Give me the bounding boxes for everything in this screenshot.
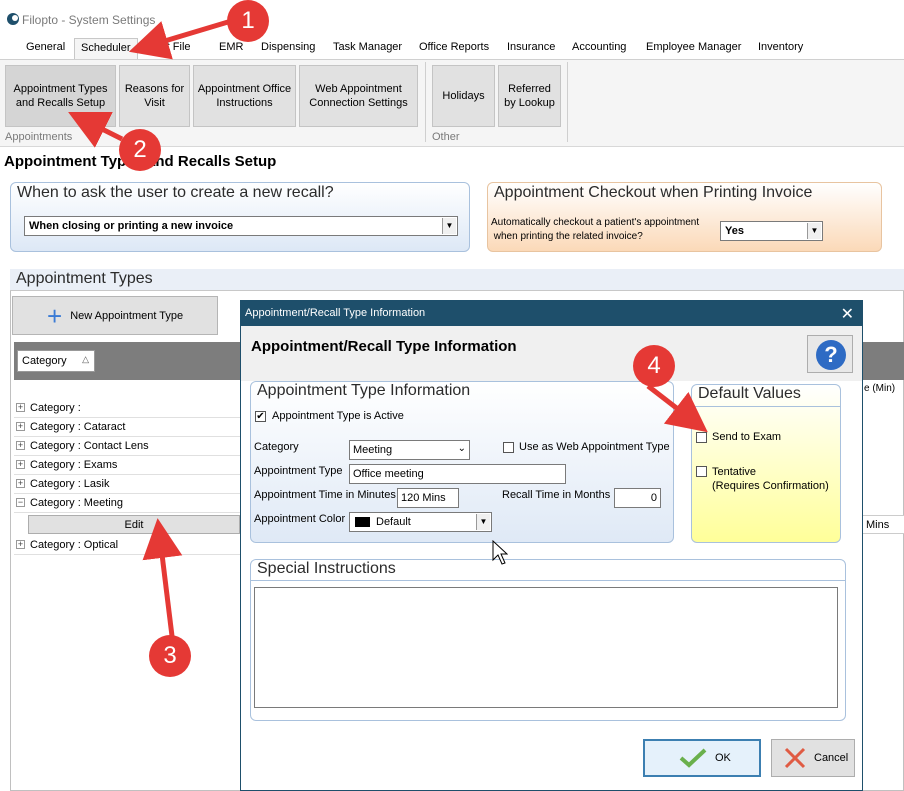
arrow-3 xyxy=(142,518,183,637)
step-badge-4: 4 xyxy=(633,345,675,387)
annotation-arrows xyxy=(68,19,708,637)
step-badge-1: 1 xyxy=(227,0,269,42)
arrow-2 xyxy=(68,112,124,148)
step-badge-2: 2 xyxy=(119,129,161,171)
step-badge-3: 3 xyxy=(149,635,191,677)
arrow-1 xyxy=(128,19,229,60)
arrow-4 xyxy=(646,384,708,433)
